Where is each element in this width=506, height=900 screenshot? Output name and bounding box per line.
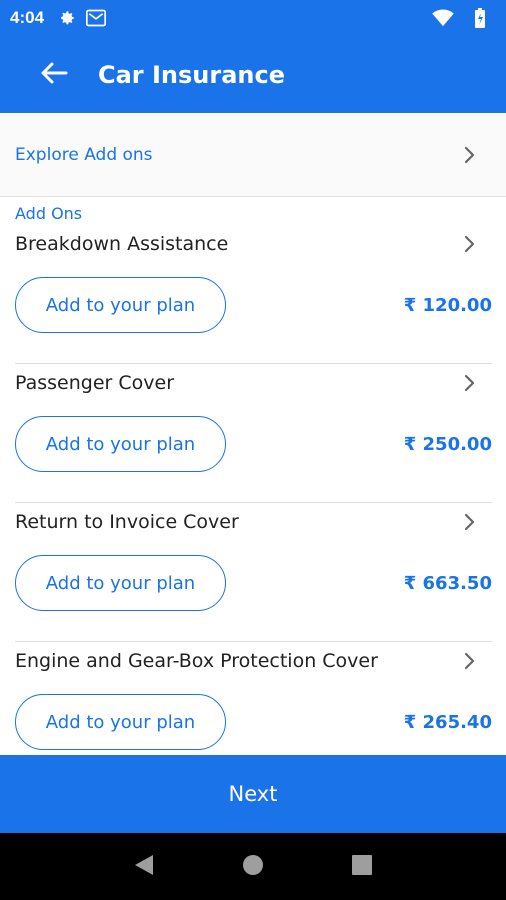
addon-price: ₹ 265.40	[403, 711, 492, 733]
add-to-plan-button[interactable]: Add to your plan	[15, 694, 226, 750]
chevron-right-icon	[462, 373, 478, 393]
nav-back-button[interactable]	[124, 847, 164, 887]
addon-header[interactable]: Breakdown Assistance	[0, 225, 506, 263]
status-time: 4:04	[10, 8, 45, 27]
battery-icon	[474, 8, 486, 28]
add-ons-content: Explore Add ons Add Ons Breakdown Assist…	[0, 113, 506, 755]
explore-add-ons-label: Explore Add ons	[15, 144, 153, 165]
addon-name: Engine and Gear-Box Protection Cover	[15, 650, 378, 672]
nav-home-button[interactable]	[233, 847, 273, 887]
addon-price: ₹ 663.50	[403, 572, 492, 594]
addon-name: Breakdown Assistance	[15, 233, 229, 255]
nav-back-icon	[133, 853, 155, 881]
next-button[interactable]: Next	[0, 755, 506, 833]
addon-name: Return to Invoice Cover	[15, 511, 239, 533]
wifi-icon	[432, 9, 454, 27]
add-to-plan-button[interactable]: Add to your plan	[15, 555, 226, 611]
chevron-right-icon	[462, 512, 478, 532]
gmail-icon	[86, 9, 107, 27]
addon-item: Breakdown Assistance Add to your plan ₹ …	[0, 225, 506, 364]
addon-header[interactable]: Return to Invoice Cover	[0, 503, 506, 541]
addon-header[interactable]: Engine and Gear-Box Protection Cover	[0, 642, 506, 680]
nav-recents-icon	[351, 854, 373, 880]
nav-home-icon	[241, 853, 265, 881]
addon-item: Passenger Cover Add to your plan ₹ 250.0…	[0, 364, 506, 503]
section-title: Add Ons	[15, 204, 83, 223]
add-to-plan-button[interactable]: Add to your plan	[15, 416, 226, 472]
addon-name: Passenger Cover	[15, 372, 175, 394]
addon-price: ₹ 120.00	[403, 294, 492, 316]
addon-price: ₹ 250.00	[403, 433, 492, 455]
nav-recents-button[interactable]	[342, 847, 382, 887]
addon-item: Engine and Gear-Box Protection Cover Add…	[0, 642, 506, 755]
chevron-right-icon	[462, 651, 478, 671]
back-arrow-icon	[40, 62, 68, 88]
addon-header[interactable]: Passenger Cover	[0, 364, 506, 402]
addon-item: Return to Invoice Cover Add to your plan…	[0, 503, 506, 642]
settings-icon	[58, 9, 76, 27]
system-nav-bar	[0, 833, 506, 900]
chevron-right-icon	[462, 234, 478, 254]
add-to-plan-button[interactable]: Add to your plan	[15, 277, 226, 333]
chevron-right-icon	[462, 145, 478, 165]
back-button[interactable]	[24, 45, 84, 105]
explore-add-ons-row[interactable]: Explore Add ons	[0, 113, 506, 197]
status-bar: 4:04	[0, 0, 506, 36]
page-title: Car Insurance	[98, 60, 286, 89]
app-bar: Car Insurance	[0, 36, 506, 113]
